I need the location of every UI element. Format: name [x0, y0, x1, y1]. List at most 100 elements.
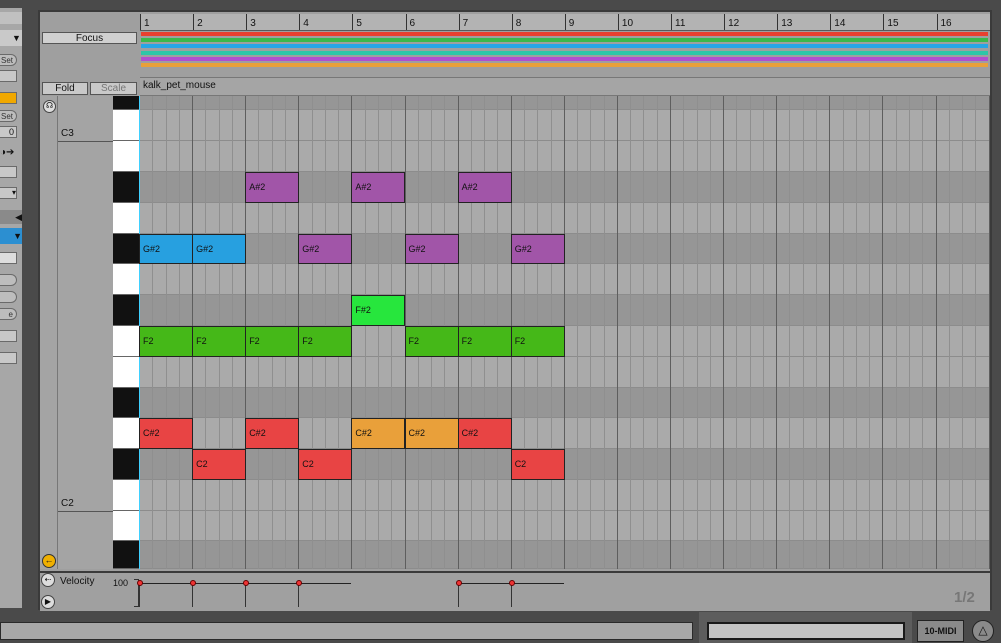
- bar-number: 9: [564, 14, 618, 30]
- strip-dropdown[interactable]: ▾: [0, 187, 17, 199]
- strip-box-2[interactable]: [0, 166, 17, 178]
- midi-note[interactable]: F2: [245, 326, 300, 357]
- strip-box-1[interactable]: [0, 70, 17, 82]
- black-key[interactable]: [113, 295, 139, 326]
- grid-line: [789, 96, 791, 569]
- midi-note[interactable]: C#2: [351, 418, 406, 449]
- midi-note[interactable]: F2: [404, 326, 459, 357]
- grid-line: [377, 96, 379, 569]
- octave-line: [58, 511, 113, 512]
- collapse-left-icon[interactable]: ◀: [0, 210, 22, 224]
- white-key[interactable]: [113, 511, 139, 541]
- play-icon[interactable]: ▶: [41, 595, 55, 609]
- clip-lane[interactable]: [141, 56, 988, 61]
- white-key[interactable]: [113, 357, 139, 388]
- midi-note[interactable]: C2: [192, 449, 247, 480]
- detail-toggle-icon[interactable]: △: [972, 620, 994, 642]
- piano-keyboard[interactable]: [113, 96, 139, 569]
- strip-box-3[interactable]: [0, 252, 17, 264]
- clip-lane[interactable]: [141, 50, 988, 55]
- chooser[interactable]: ▼: [0, 30, 22, 46]
- velocity-value: 100: [113, 578, 129, 588]
- midi-note[interactable]: G#2: [510, 234, 565, 264]
- bar-number: 16: [936, 14, 990, 30]
- white-key[interactable]: [113, 141, 139, 172]
- grid-line: [696, 96, 698, 569]
- headphones-icon[interactable]: ☊: [43, 100, 56, 113]
- divider: [57, 96, 58, 569]
- track-label[interactable]: 10-MIDI: [917, 620, 964, 642]
- strip-box-5[interactable]: [0, 352, 17, 364]
- midi-note[interactable]: G#2: [139, 234, 194, 264]
- midi-note[interactable]: F2: [457, 326, 512, 357]
- black-key[interactable]: [113, 96, 139, 110]
- fold-button[interactable]: Fold: [42, 82, 88, 95]
- white-key[interactable]: [113, 480, 139, 511]
- white-key[interactable]: [113, 203, 139, 234]
- clip-lane[interactable]: [141, 32, 988, 36]
- midi-note[interactable]: C2: [510, 449, 565, 480]
- arrow-right-icon: ➔: [6, 147, 15, 158]
- strip-active-toggle[interactable]: [0, 92, 17, 104]
- bar-number: 10: [617, 14, 671, 30]
- key-label-column: ☊ C3 C2 ←: [40, 96, 113, 569]
- grid-line: [364, 96, 366, 569]
- velocity-marker[interactable]: [455, 580, 462, 586]
- black-key[interactable]: [113, 388, 139, 418]
- velocity-marker[interactable]: [508, 580, 515, 586]
- midi-note[interactable]: C#2: [245, 418, 300, 449]
- midi-note[interactable]: A#2: [457, 172, 512, 203]
- envelope-icon[interactable]: ⇠: [41, 573, 55, 587]
- velocity-marker[interactable]: [296, 580, 303, 586]
- midi-note[interactable]: A#2: [351, 172, 406, 203]
- clip-lane[interactable]: [141, 38, 988, 43]
- velocity-lane[interactable]: ⇠ ▶ Velocity 100 1/2: [40, 571, 990, 611]
- midi-note[interactable]: F2: [192, 326, 247, 357]
- midi-note[interactable]: F2: [510, 326, 565, 357]
- strip-box-4[interactable]: [0, 330, 17, 342]
- white-key[interactable]: [113, 110, 139, 141]
- strip-pill-3[interactable]: e: [0, 308, 17, 320]
- velocity-marker[interactable]: [190, 580, 197, 586]
- midi-note[interactable]: F2: [298, 326, 353, 357]
- note-grid[interactable]: A#2 A#2 A#2 G#2 G#2 G#2 G#2 G#2 F#2 F2 F2 F2 F2 F2 F2 F…: [139, 96, 990, 569]
- velocity-stem: [139, 583, 140, 607]
- velocity-marker[interactable]: [137, 580, 143, 586]
- white-key[interactable]: [113, 326, 139, 357]
- velocity-marker[interactable]: [243, 580, 250, 586]
- midi-note[interactable]: A#2: [245, 172, 300, 203]
- grid-line: [683, 96, 685, 569]
- midi-note[interactable]: C#2: [457, 418, 512, 449]
- midi-note[interactable]: F#2: [351, 295, 406, 326]
- strip-pill-2[interactable]: [0, 291, 17, 303]
- midi-note[interactable]: C2: [298, 449, 353, 480]
- focus-button[interactable]: Focus: [42, 32, 137, 44]
- midi-note[interactable]: G#2: [404, 234, 459, 264]
- status-bar: [0, 622, 693, 640]
- black-key[interactable]: [113, 234, 139, 264]
- black-key[interactable]: [113, 541, 139, 569]
- strip-pill-1[interactable]: [0, 274, 17, 286]
- clip-lane[interactable]: [141, 63, 988, 67]
- set-button-2[interactable]: Set: [0, 110, 17, 122]
- black-key[interactable]: [113, 449, 139, 480]
- strip-nav-icons[interactable]: ◑➔: [0, 147, 18, 161]
- midi-note[interactable]: C#2: [139, 418, 194, 449]
- set-button-1[interactable]: Set: [0, 54, 17, 66]
- white-key[interactable]: [113, 418, 139, 449]
- clip-lane[interactable]: [141, 44, 988, 49]
- midi-note[interactable]: C#2: [404, 418, 459, 449]
- grid-line: [709, 96, 711, 569]
- grid-line: [577, 96, 579, 569]
- fold-arrow-icon[interactable]: ←: [42, 554, 56, 568]
- value-field[interactable]: 0: [0, 126, 17, 138]
- midi-note[interactable]: G#2: [298, 234, 353, 264]
- black-key[interactable]: [113, 172, 139, 203]
- bar-ruler[interactable]: 1 2 3 4 5 6 7 8 9 10 11 12 13 14 15 16: [140, 14, 990, 31]
- scale-button[interactable]: Scale: [90, 82, 137, 95]
- chevron-down-icon[interactable]: ▼: [0, 228, 22, 244]
- white-key[interactable]: [113, 264, 139, 295]
- velocity-stem: [245, 583, 247, 607]
- midi-note[interactable]: F2: [139, 326, 194, 357]
- midi-note[interactable]: G#2: [192, 234, 247, 264]
